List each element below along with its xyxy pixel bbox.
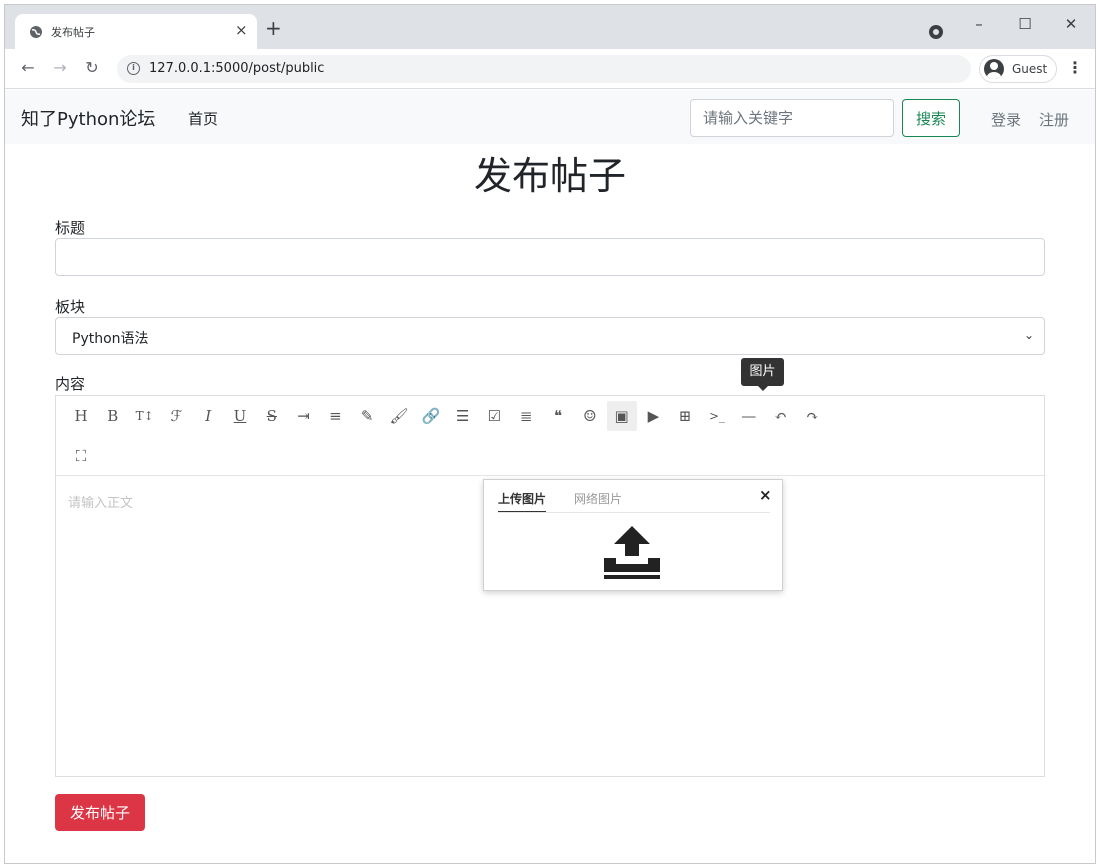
image-upload-panel: 上传图片 网络图片 × — [483, 479, 783, 591]
table-icon[interactable]: ⊞ — [670, 401, 700, 431]
underline-icon[interactable]: U — [225, 401, 255, 431]
quote-icon[interactable]: ❝ — [543, 401, 573, 431]
upload-icon[interactable] — [600, 524, 664, 580]
justify-icon[interactable]: ≣ — [511, 401, 541, 431]
tab-title: 发布帖子 — [51, 26, 95, 39]
search-button[interactable]: 搜索 — [902, 99, 960, 137]
minimize-button[interactable]: – — [957, 11, 1001, 37]
tab-strip: 发布帖子 × + – ☐ ✕ — [5, 5, 1095, 49]
tab-close-icon[interactable]: × — [235, 20, 248, 40]
title-label: 标题 — [55, 219, 86, 237]
browser-toolbar: ← → ↻ i 127.0.0.1:5000/post/public Guest… — [5, 49, 1095, 89]
login-link[interactable]: 登录 — [991, 109, 1021, 130]
image-icon[interactable]: ▣ — [606, 401, 637, 431]
board-selected-value: Python语法 — [72, 331, 149, 347]
chevron-down-icon: ⌄ — [1023, 328, 1034, 342]
line-height-icon[interactable]: ≡ — [320, 401, 350, 431]
maximize-button[interactable]: ☐ — [1003, 11, 1047, 37]
browser-window: 发布帖子 × + – ☐ ✕ ← → ↻ i 127.0.0.1:5000/po… — [4, 4, 1096, 864]
video-icon[interactable]: ▶ — [638, 401, 668, 431]
new-tab-button[interactable]: + — [265, 18, 282, 38]
close-icon[interactable]: × — [759, 486, 772, 504]
site-navbar: 知了Python论坛 首页 搜索 登录 注册 — [5, 90, 1095, 144]
globe-icon — [30, 26, 42, 38]
reload-icon[interactable]: ↻ — [81, 57, 103, 79]
emoticon-icon[interactable]: ☺ — [575, 401, 605, 431]
profile-button[interactable]: Guest — [979, 55, 1057, 83]
title-input[interactable] — [55, 238, 1045, 276]
back-arrow-icon[interactable]: ← — [17, 57, 39, 79]
todo-icon[interactable]: ☑ — [479, 401, 509, 431]
site-info-icon[interactable]: i — [127, 62, 140, 75]
font-size-icon[interactable]: T↕ — [130, 401, 160, 431]
forward-arrow-icon[interactable]: → — [49, 57, 71, 79]
fullscreen-icon[interactable]: ⛶ — [66, 441, 96, 471]
redo-icon[interactable]: ↷ — [797, 401, 827, 431]
site-brand[interactable]: 知了Python论坛 — [21, 105, 155, 131]
close-window-button[interactable]: ✕ — [1049, 11, 1093, 37]
font-color-icon[interactable]: ✎ — [352, 401, 382, 431]
register-link[interactable]: 注册 — [1039, 109, 1069, 130]
address-bar[interactable]: i 127.0.0.1:5000/post/public — [117, 55, 971, 83]
bold-icon[interactable]: B — [98, 401, 128, 431]
image-tooltip: 图片 — [741, 358, 784, 391]
undo-icon[interactable]: ↶ — [766, 401, 796, 431]
media-record-icon[interactable] — [929, 25, 943, 39]
board-label: 板块 — [55, 298, 86, 316]
tab-upload-image[interactable]: 上传图片 — [498, 490, 547, 513]
editor-placeholder[interactable]: 请输入正文 — [68, 492, 133, 511]
link-icon[interactable]: 🔗 — [416, 401, 446, 431]
publish-button[interactable]: 发布帖子 — [55, 794, 145, 831]
heading-icon[interactable]: H — [66, 401, 96, 431]
nav-home-link[interactable]: 首页 — [188, 108, 218, 129]
background-color-icon[interactable]: 🖌 — [384, 401, 414, 431]
board-select[interactable]: Python语法 ⌄ — [55, 317, 1045, 355]
page-title: 发布帖子 — [473, 154, 626, 198]
editor-toolbar: H B T↕ ℱ I U S ⇥ ≡ ✎ 🖌 🔗 ☰ ☑ ≣ ❝ ☺ ▣ ▶ ⊞ >_ — ↶ ↷ ⛶ — [56, 396, 1044, 476]
code-icon[interactable]: >_ — [702, 401, 732, 431]
avatar-icon — [984, 59, 1004, 79]
kebab-menu-icon[interactable]: ⋮ — [1067, 58, 1083, 77]
search-input[interactable] — [690, 99, 894, 137]
font-family-icon[interactable]: ℱ — [161, 401, 191, 431]
divider-icon[interactable]: — — [734, 401, 764, 431]
browser-tab[interactable]: 发布帖子 × — [15, 14, 257, 49]
indent-icon[interactable]: ⇥ — [289, 401, 319, 431]
content-label: 内容 — [55, 375, 86, 393]
strikethrough-icon[interactable]: S — [257, 401, 287, 431]
list-icon[interactable]: ☰ — [448, 401, 478, 431]
url-text: 127.0.0.1:5000/post/public — [149, 61, 325, 76]
panel-divider — [498, 512, 770, 513]
italic-icon[interactable]: I — [193, 401, 223, 431]
tab-web-image[interactable]: 网络图片 — [574, 490, 622, 507]
profile-label: Guest — [1012, 62, 1048, 76]
